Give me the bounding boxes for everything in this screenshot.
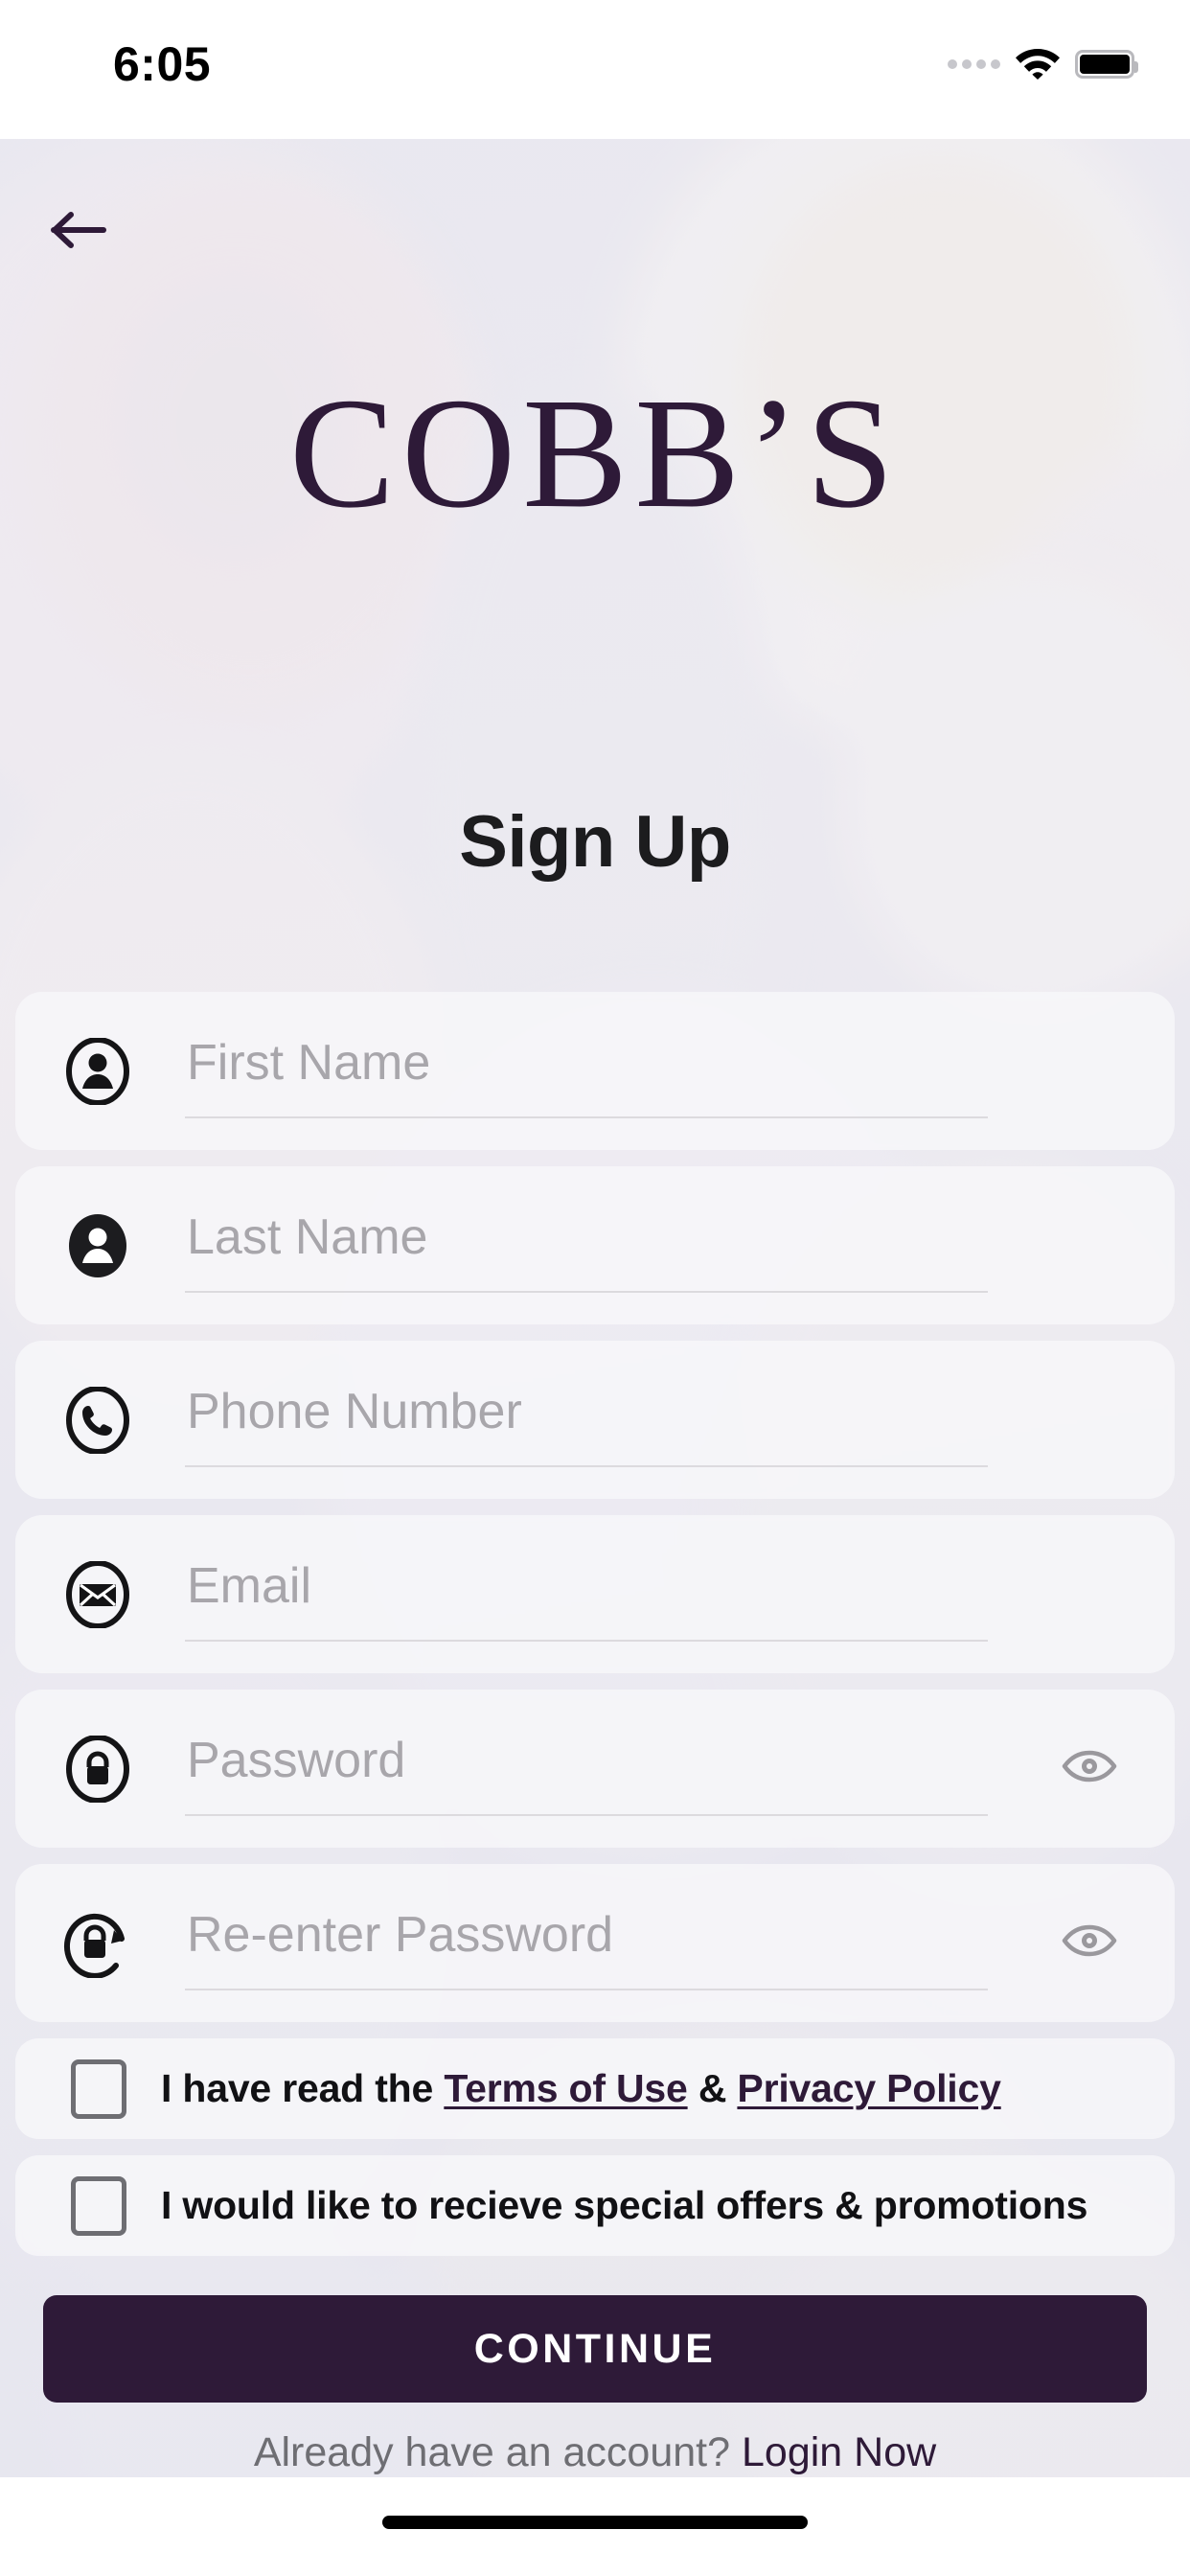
login-now-link[interactable]: Login Now bbox=[742, 2429, 936, 2475]
home-indicator[interactable] bbox=[382, 2516, 808, 2529]
eye-icon bbox=[1061, 1747, 1118, 1790]
field-reenter-password[interactable] bbox=[15, 1864, 1175, 2022]
field-last-name[interactable] bbox=[15, 1166, 1175, 1324]
battery-full-icon bbox=[1075, 50, 1138, 79]
signup-screen: 6:05 COBB’S Sign Up First Name Last Name… bbox=[0, 0, 1190, 2576]
phone-input[interactable] bbox=[185, 1369, 988, 1467]
cta-section: CONTINUE Already have an account? Login … bbox=[0, 2295, 1190, 2476]
continue-button[interactable]: CONTINUE bbox=[43, 2295, 1147, 2403]
field-first-name[interactable] bbox=[15, 992, 1175, 1150]
email-input[interactable] bbox=[185, 1544, 988, 1642]
terms-of-use-link[interactable]: Terms of Use bbox=[444, 2066, 688, 2110]
wifi-icon bbox=[1015, 45, 1061, 84]
field-email[interactable] bbox=[15, 1515, 1175, 1673]
status-bar: 6:05 bbox=[0, 0, 1190, 139]
lock-reset-circle-icon bbox=[61, 1907, 134, 1980]
arrow-left-icon bbox=[51, 212, 106, 248]
screen-body: COBB’S Sign Up First Name Last Name Phon… bbox=[0, 139, 1190, 2477]
signal-dots-icon bbox=[948, 59, 1000, 69]
field-phone[interactable] bbox=[15, 1341, 1175, 1499]
back-button[interactable] bbox=[48, 182, 153, 278]
privacy-policy-link[interactable]: Privacy Policy bbox=[737, 2066, 1000, 2110]
terms-label: I have read the Terms of Use & Privacy P… bbox=[161, 2066, 1001, 2111]
last-name-input[interactable] bbox=[185, 1195, 988, 1293]
terms-checkbox[interactable] bbox=[71, 2058, 126, 2119]
envelope-circle-icon bbox=[61, 1558, 134, 1631]
checkbox-row-promotions[interactable]: I would like to recieve special offers &… bbox=[15, 2155, 1175, 2256]
eye-icon bbox=[1061, 1921, 1118, 1965]
checkbox-row-terms[interactable]: I have read the Terms of Use & Privacy P… bbox=[15, 2038, 1175, 2139]
phone-circle-icon bbox=[61, 1384, 134, 1457]
login-prompt-text: Already have an account? bbox=[253, 2429, 742, 2475]
promotions-checkbox[interactable] bbox=[71, 2175, 126, 2236]
promotions-label: I would like to recieve special offers &… bbox=[161, 2183, 1088, 2227]
brand-logo-text: COBB’S bbox=[288, 365, 902, 540]
status-bar-time: 6:05 bbox=[113, 37, 212, 91]
person-circle-filled-icon bbox=[61, 1209, 134, 1282]
home-bar bbox=[0, 2477, 1190, 2576]
reenter-password-input[interactable] bbox=[185, 1893, 988, 1990]
first-name-input[interactable] bbox=[185, 1021, 988, 1118]
terms-text-before: I have read the bbox=[161, 2066, 445, 2110]
password-visibility-toggle[interactable] bbox=[1058, 1742, 1121, 1796]
terms-text-between: & bbox=[687, 2066, 738, 2110]
login-prompt-row: Already have an account? Login Now bbox=[0, 2429, 1190, 2476]
field-password[interactable] bbox=[15, 1690, 1175, 1848]
lock-circle-icon bbox=[61, 1733, 134, 1806]
status-bar-indicators bbox=[948, 42, 1138, 86]
page-title: Sign Up bbox=[459, 801, 731, 883]
password-input[interactable] bbox=[185, 1718, 988, 1816]
reenter-password-visibility-toggle[interactable] bbox=[1058, 1917, 1121, 1970]
signup-form: I have read the Terms of Use & Privacy P… bbox=[15, 992, 1175, 2272]
person-circle-outline-icon bbox=[61, 1035, 134, 1108]
